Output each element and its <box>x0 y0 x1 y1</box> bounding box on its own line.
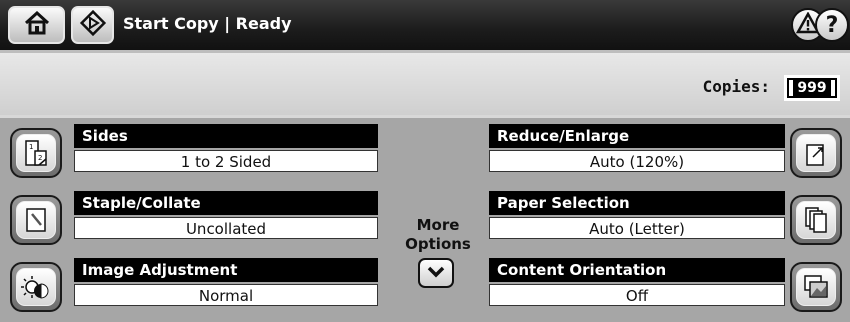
image-adjust-icon <box>16 268 56 306</box>
help-button[interactable]: ? <box>815 8 849 42</box>
duplex-page-icon: 1 2 <box>16 134 56 172</box>
paper-selection-button[interactable] <box>790 195 842 245</box>
status-title: Start Copy | Ready <box>123 14 292 33</box>
reduce-enlarge-value[interactable]: Auto (120%) <box>489 150 785 172</box>
paper-stack-icon <box>796 201 836 239</box>
image-adjustment-title: Image Adjustment <box>74 258 378 282</box>
option-reduce-enlarge[interactable]: Reduce/Enlarge Auto (120%) <box>489 124 842 182</box>
status-bar: Start Copy | Ready ? <box>0 0 850 53</box>
paper-selection-title: Paper Selection <box>489 191 785 215</box>
orientation-icon <box>796 268 836 306</box>
resize-page-icon <box>796 134 836 172</box>
image-adjustment-value[interactable]: Normal <box>74 284 378 306</box>
sides-value[interactable]: 1 to 2 Sided <box>74 150 378 172</box>
home-icon <box>24 10 50 39</box>
sides-button[interactable]: 1 2 <box>10 128 62 178</box>
staple-collate-title: Staple/Collate <box>74 191 378 215</box>
option-staple-collate[interactable]: Staple/Collate Uncollated <box>10 191 378 249</box>
content-orientation-button[interactable] <box>790 262 842 312</box>
copy-options-panel: 1 2 Sides 1 to 2 Sided Staple/Collate Un… <box>0 118 850 322</box>
content-orientation-title: Content Orientation <box>489 258 785 282</box>
reduce-enlarge-title: Reduce/Enlarge <box>489 124 785 148</box>
content-orientation-value[interactable]: Off <box>489 284 785 306</box>
svg-text:1: 1 <box>29 143 33 151</box>
copies-input[interactable]: 999 <box>784 75 840 101</box>
more-options-button[interactable] <box>418 258 454 288</box>
start-copy-button[interactable] <box>71 6 114 44</box>
help-icon: ? <box>825 12 839 38</box>
option-paper-selection[interactable]: Paper Selection Auto (Letter) <box>489 191 842 249</box>
sides-title: Sides <box>74 124 378 148</box>
image-adjustment-button[interactable] <box>10 262 62 312</box>
more-options-label[interactable]: More Options <box>395 216 481 254</box>
copies-label: Copies: <box>702 77 770 96</box>
start-diamond-icon <box>79 9 107 41</box>
more-options-line1: More <box>416 216 460 234</box>
staple-collate-button[interactable] <box>10 195 62 245</box>
option-content-orientation[interactable]: Content Orientation Off <box>489 258 842 316</box>
paper-selection-value[interactable]: Auto (Letter) <box>489 217 785 239</box>
svg-text:2: 2 <box>38 154 42 162</box>
option-image-adjustment[interactable]: Image Adjustment Normal <box>10 258 378 316</box>
staple-icon <box>16 201 56 239</box>
staple-collate-value[interactable]: Uncollated <box>74 217 378 239</box>
chevron-down-icon <box>426 264 446 283</box>
home-button[interactable] <box>8 6 65 44</box>
more-options-line2: Options <box>405 235 471 253</box>
copies-bar: Copies: 999 <box>0 53 850 115</box>
reduce-enlarge-button[interactable] <box>790 128 842 178</box>
option-sides[interactable]: 1 2 Sides 1 to 2 Sided <box>10 124 378 182</box>
